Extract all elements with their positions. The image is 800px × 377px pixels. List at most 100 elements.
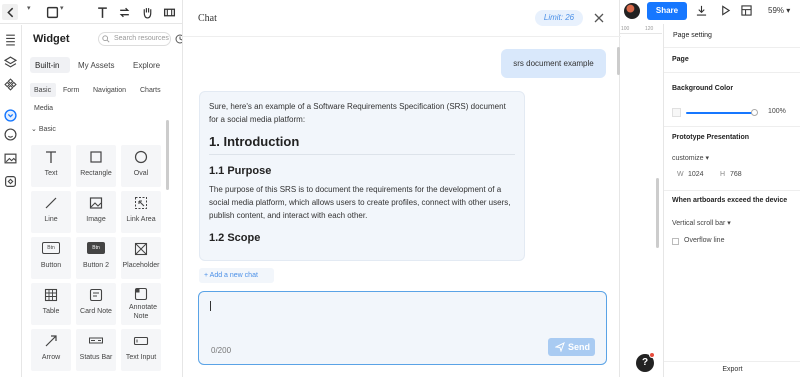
widget-item-button-2[interactable]: Btn Button 2 [76, 237, 116, 279]
heading-introduction: 1. Introduction [209, 134, 515, 155]
chat-header: Chat Limit: 26 [183, 0, 621, 37]
widget-panel: Widget Search resources Built-in My Asse… [23, 25, 185, 377]
height-label: H [720, 171, 726, 178]
widget-item-table[interactable]: Table [31, 283, 71, 325]
widget-item-placeholder[interactable]: Placeholder [121, 237, 161, 279]
background-color-label: Background Color [672, 85, 734, 92]
back-button[interactable] [2, 4, 18, 20]
widget-item-card-note[interactable]: Card Note [76, 283, 116, 325]
text-tool-icon [46, 151, 56, 163]
back-dropdown[interactable]: ▾ [27, 4, 31, 12]
tools-button[interactable] [161, 4, 177, 20]
download-icon[interactable] [696, 5, 707, 16]
background-color-section: Background Color [664, 73, 800, 127]
hand-icon [143, 7, 151, 19]
tab-my-assets[interactable]: My Assets [78, 61, 114, 70]
image-library-icon[interactable] [4, 152, 17, 165]
layout-icon[interactable] [741, 5, 752, 16]
subtab-basic[interactable]: Basic [34, 87, 51, 94]
button2-icon: Btn [87, 242, 105, 254]
line-icon [45, 197, 57, 209]
canvas-scrollbar[interactable] [656, 178, 659, 248]
widget-item-annotate-note[interactable]: Annotate Note [121, 283, 161, 325]
tab-built-in[interactable]: Built-in [35, 61, 59, 70]
limit-badge: Limit: 26 [535, 10, 583, 26]
width-input[interactable]: 1024 [688, 171, 704, 178]
chevron-down-icon: ▾ [705, 155, 709, 162]
send-button[interactable]: Send [548, 338, 595, 356]
plugin-icon[interactable] [4, 175, 17, 188]
arrow-icon [45, 335, 57, 347]
zoom-level[interactable]: 59% ▾ [768, 6, 790, 15]
heading-scope: 1.2 Scope [209, 232, 261, 244]
add-new-chat-button[interactable]: + Add a new chat [199, 268, 274, 283]
text-caret [210, 301, 211, 311]
height-input[interactable]: 768 [730, 171, 742, 178]
subtab-form[interactable]: Form [63, 87, 79, 94]
widget-item-link-area[interactable]: Link Area [121, 191, 161, 233]
widget-icon[interactable] [4, 109, 17, 122]
export-button[interactable]: Export [664, 361, 800, 377]
widget-item-arrow[interactable]: Arrow [31, 329, 71, 371]
link-area-icon [135, 197, 147, 209]
background-color-swatch[interactable] [672, 108, 681, 117]
subtab-media[interactable]: Media [34, 105, 53, 112]
status-bar-icon [89, 337, 103, 344]
transform-tool-button[interactable] [116, 4, 132, 20]
avatar[interactable] [624, 3, 640, 19]
properties-panel: Page setting Page Background Color 100% … [663, 24, 800, 377]
subtab-navigation[interactable]: Navigation [93, 87, 126, 94]
user-message: srs document example [501, 49, 606, 78]
widget-item-oval[interactable]: Oval [121, 145, 161, 187]
widget-item-image[interactable]: Image [76, 191, 116, 233]
ruler-tick-label: 100 [621, 26, 630, 32]
chat-title: Chat [198, 13, 217, 24]
outline-icon[interactable] [4, 33, 17, 46]
frame-dropdown[interactable]: ▾ [60, 4, 64, 12]
card-note-icon [89, 288, 103, 302]
char-counter: 0/200 [211, 346, 232, 355]
button-icon: Btn [42, 242, 60, 254]
horizontal-ruler: 100 120 [620, 24, 662, 34]
widget-item-text[interactable]: Text [31, 145, 71, 187]
transform-icon [119, 7, 129, 17]
chat-scrollbar[interactable] [617, 47, 620, 75]
page-setting-header: Page setting [664, 24, 800, 48]
overflow-line-checkbox[interactable] [672, 238, 679, 245]
widget-scrollbar[interactable] [166, 120, 169, 190]
search-icon [102, 35, 110, 43]
widget-item-status-bar[interactable]: Status Bar [76, 329, 116, 371]
play-icon[interactable] [720, 5, 731, 16]
left-rail [0, 25, 22, 377]
components-icon[interactable] [4, 78, 17, 91]
section-basic-header[interactable]: ⌄ Basic [31, 125, 56, 133]
widget-item-text-input[interactable]: Text Input [121, 329, 161, 371]
widget-item-rectangle[interactable]: Rectangle [76, 145, 116, 187]
opacity-slider-handle[interactable] [751, 109, 758, 116]
emoji-icon[interactable] [4, 128, 17, 141]
annotate-note-icon [134, 287, 148, 301]
widget-item-button[interactable]: Btn Button [31, 237, 71, 279]
hand-tool-button[interactable] [139, 4, 155, 20]
page-section: Page [664, 48, 800, 73]
chevron-left-icon [6, 7, 13, 17]
notification-dot [649, 352, 655, 358]
chat-input[interactable]: 0/200 Send [198, 291, 607, 365]
tab-explore[interactable]: Explore [133, 61, 160, 70]
close-icon[interactable] [594, 13, 604, 23]
opacity-slider[interactable] [686, 112, 754, 114]
exceed-device-label: When artboards exceed the device [672, 197, 788, 204]
right-top-bar: Share 59% ▾ [620, 0, 800, 24]
widget-item-line[interactable]: Line [31, 191, 71, 233]
subtab-charts[interactable]: Charts [140, 87, 161, 94]
send-icon [555, 342, 565, 352]
opacity-value: 100% [768, 108, 786, 115]
text-tool-button[interactable] [94, 4, 110, 20]
chevron-down-icon: ⌄ [31, 126, 39, 133]
purpose-text: The purpose of this SRS is to document t… [209, 185, 511, 220]
scroll-mode-select[interactable]: Vertical scroll bar ▾ [672, 219, 731, 227]
frame-tool-button[interactable] [44, 4, 60, 20]
layers-icon[interactable] [4, 56, 17, 69]
device-mode-select[interactable]: customize ▾ [672, 154, 709, 162]
share-button[interactable]: Share [647, 2, 687, 20]
